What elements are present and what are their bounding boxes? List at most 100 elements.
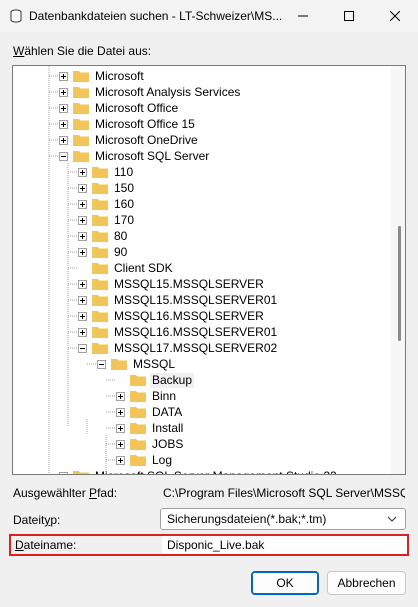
expand-icon[interactable] <box>78 199 87 209</box>
tree-node-label: Log <box>152 452 173 467</box>
folder-icon <box>92 327 108 338</box>
folder-icon <box>92 247 108 258</box>
selected-path-value: C:\Program Files\Microsoft SQL Server\MS… <box>163 486 405 500</box>
minimize-button[interactable] <box>280 0 326 32</box>
tree-node[interactable]: Microsoft Office 15 <box>59 116 197 132</box>
expand-icon[interactable] <box>116 407 125 417</box>
tree-node[interactable]: Microsoft SQL Server <box>59 148 211 164</box>
folder-shape <box>73 71 89 82</box>
folder-icon <box>73 103 89 114</box>
folder-shape <box>92 183 108 194</box>
tree-node[interactable]: MSSQL16.MSSQLSERVER01 <box>78 324 279 340</box>
expand-icon[interactable] <box>59 471 68 474</box>
tree-node[interactable]: Microsoft Analysis Services <box>59 84 242 100</box>
tree-node[interactable]: 160 <box>78 196 136 212</box>
folder-icon <box>130 423 146 434</box>
tree-node-label: 110 <box>114 164 134 179</box>
tree-scrollbar-thumb[interactable] <box>398 226 401 341</box>
tree-node[interactable]: MSSQL17.MSSQLSERVER02 <box>78 340 279 356</box>
tree-node-label: MSSQL16.MSSQLSERVER01 <box>114 324 278 339</box>
folder-shape <box>92 295 108 306</box>
folder-icon <box>130 391 146 402</box>
folder-icon <box>73 87 89 98</box>
tree-node[interactable]: Microsoft Office <box>59 100 180 116</box>
filename-input[interactable]: Disponic_Live.bak <box>162 536 407 554</box>
tree-node[interactable]: Backup <box>116 372 195 388</box>
collapse-icon[interactable] <box>59 151 68 161</box>
tree-node-label: JOBS <box>152 436 184 451</box>
folder-icon <box>92 199 108 210</box>
tree-prompt-label: Wählen Sie die Datei aus: <box>13 44 152 58</box>
expand-icon[interactable] <box>78 167 87 177</box>
tree-node-label: Microsoft <box>95 68 144 83</box>
tree-node[interactable]: JOBS <box>116 436 185 452</box>
collapse-icon[interactable] <box>78 343 87 353</box>
tree-node-label: Microsoft SQL Server Management Studio 2… <box>93 469 339 475</box>
close-button[interactable] <box>372 0 418 32</box>
tree-node[interactable]: 170 <box>78 212 136 228</box>
folder-tree[interactable]: Microsoft Microsoft Analysis Services Micr… <box>12 65 406 475</box>
folder-icon <box>92 183 108 194</box>
tree-node-label: 80 <box>114 228 128 243</box>
expand-icon[interactable] <box>78 295 87 305</box>
tree-scrollbar[interactable] <box>391 66 405 474</box>
collapse-icon[interactable] <box>97 359 106 369</box>
tree-node-label: 150 <box>114 180 135 195</box>
tree-node[interactable]: MSSQL15.MSSQLSERVER01 <box>78 292 279 308</box>
expand-icon[interactable] <box>116 455 125 465</box>
expand-icon[interactable] <box>78 215 87 225</box>
expand-icon[interactable] <box>78 231 87 241</box>
folder-icon <box>92 279 108 290</box>
expand-icon[interactable] <box>59 135 68 145</box>
tree-node[interactable]: 110 <box>78 164 135 180</box>
cancel-button[interactable]: Abbrechen <box>327 571 406 595</box>
folder-shape <box>73 119 89 130</box>
expand-icon[interactable] <box>78 183 87 193</box>
tree-node[interactable]: 90 <box>78 244 129 260</box>
ok-button[interactable]: OK <box>251 571 319 595</box>
folder-icon <box>73 151 89 162</box>
tree-node[interactable]: MSSQL15.MSSQLSERVER <box>78 276 266 292</box>
chevron-down-icon <box>387 516 397 522</box>
expand-icon[interactable] <box>78 279 87 289</box>
tree-node-label: 160 <box>114 196 135 211</box>
tree-node-label: MSSQL16.MSSQLSERVER <box>114 308 264 323</box>
expand-icon[interactable] <box>78 247 87 257</box>
tree-node[interactable]: Install <box>116 420 185 436</box>
minimize-icon <box>298 15 308 17</box>
tree-node[interactable]: Log <box>116 452 174 468</box>
tree-node[interactable]: Microsoft OneDrive <box>59 132 200 148</box>
expand-icon[interactable] <box>78 311 87 321</box>
expand-icon[interactable] <box>59 119 68 129</box>
tree-node[interactable]: Microsoft <box>59 68 146 84</box>
expand-icon[interactable] <box>78 327 87 337</box>
tree-node[interactable]: 80 <box>78 228 129 244</box>
tree-node-label: Microsoft SQL Server <box>95 148 210 163</box>
database-icon <box>10 9 22 23</box>
tree-node-label: DATA <box>152 404 183 419</box>
expand-icon[interactable] <box>59 71 68 81</box>
expand-icon[interactable] <box>59 103 68 113</box>
tree-node-label: Binn <box>152 388 177 403</box>
tree-node[interactable]: MSSQL16.MSSQLSERVER <box>78 308 266 324</box>
tree-node[interactable]: 150 <box>78 180 136 196</box>
tree-node[interactable]: DATA <box>116 404 184 420</box>
tree-node-label: Microsoft Office 15 <box>95 116 195 131</box>
expand-icon[interactable] <box>116 423 125 433</box>
folder-shape <box>92 279 108 290</box>
maximize-button[interactable] <box>326 0 372 32</box>
folder-icon <box>73 71 89 82</box>
folder-icon <box>92 311 108 322</box>
folder-shape <box>92 167 108 178</box>
folder-icon <box>73 135 89 146</box>
tree-node-label: MSSQL17.MSSQLSERVER02 <box>114 340 278 355</box>
tree-node[interactable]: MSSQL <box>97 356 177 372</box>
expand-icon[interactable] <box>116 391 125 401</box>
tree-node[interactable]: Microsoft SQL Server Management Studio 2… <box>59 468 339 475</box>
tree-node[interactable]: Client SDK <box>78 260 175 276</box>
expand-icon[interactable] <box>59 87 68 97</box>
close-icon <box>390 11 400 21</box>
tree-node[interactable]: Binn <box>116 388 178 404</box>
expand-icon[interactable] <box>116 439 125 449</box>
filetype-select[interactable]: Sicherungsdateien(*.bak;*.tm) <box>160 508 406 530</box>
